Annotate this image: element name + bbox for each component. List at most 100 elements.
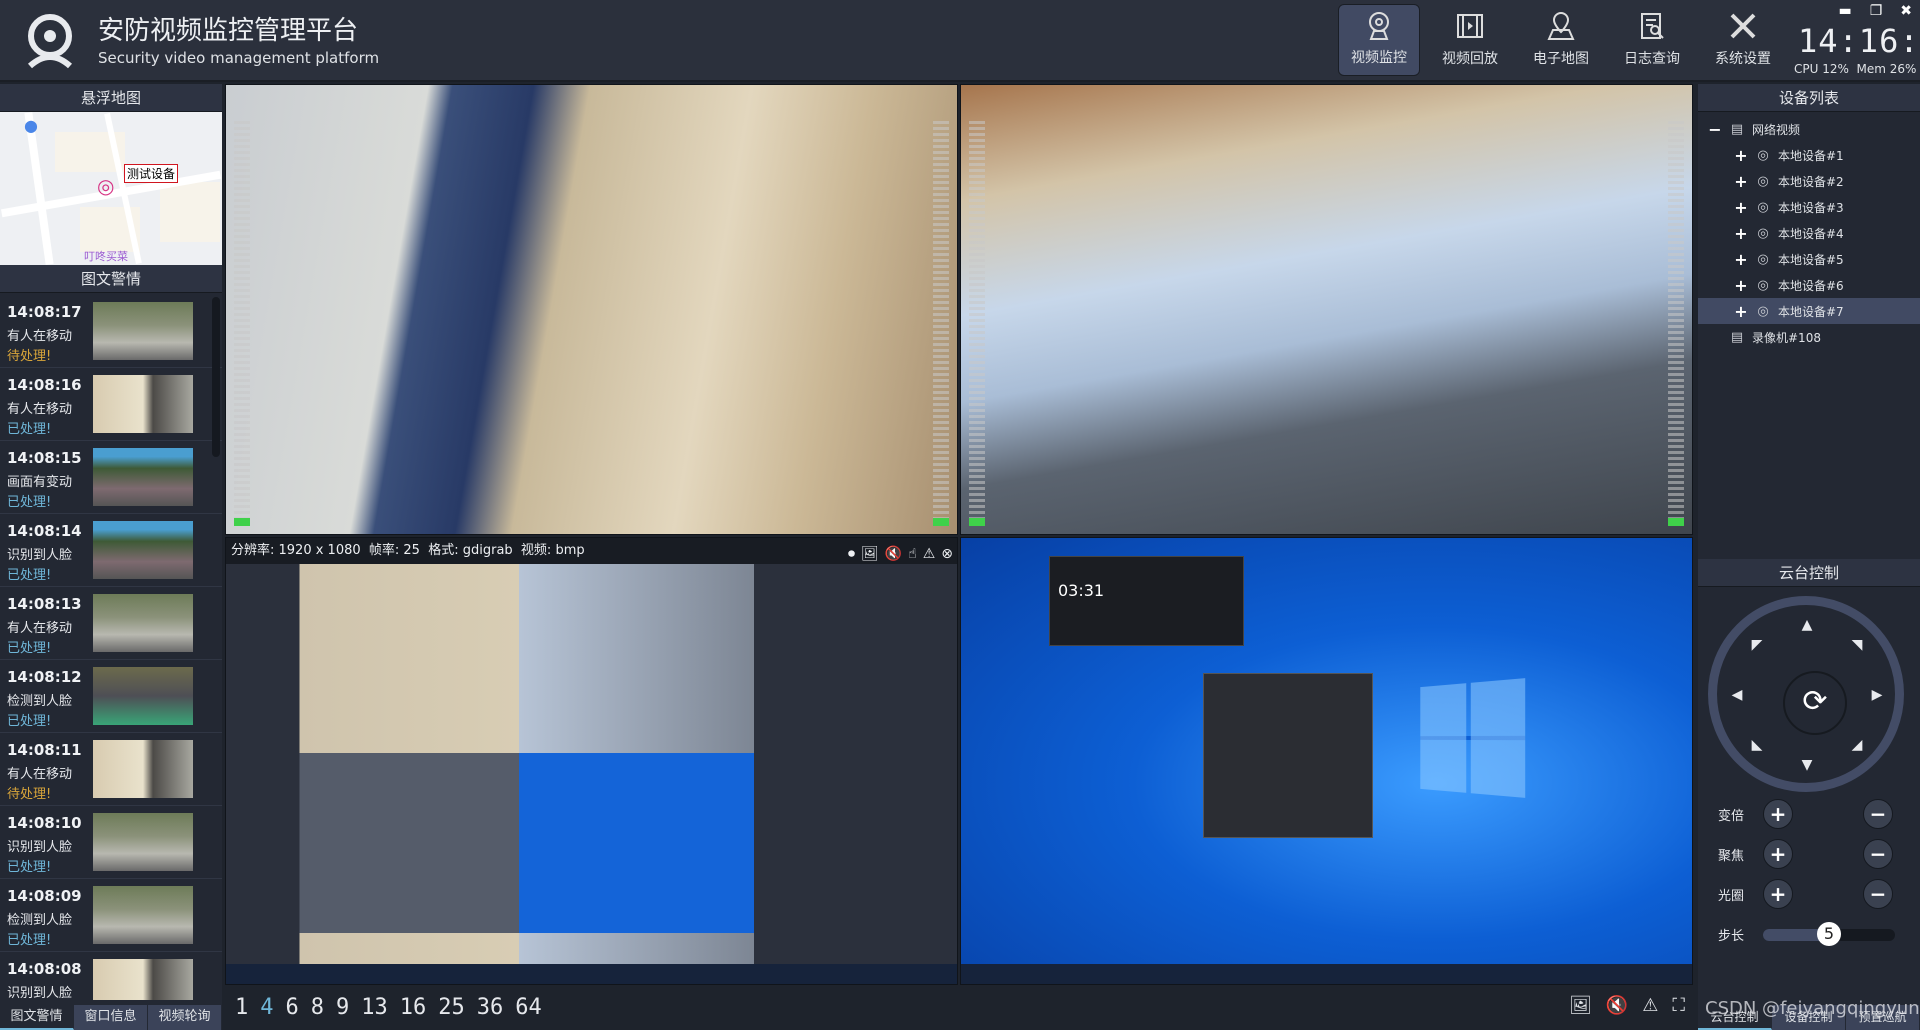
layout-36-button[interactable]: 36: [477, 995, 504, 1020]
tab-right-1[interactable]: 设备控制: [1772, 1005, 1846, 1030]
layout-6-button[interactable]: 6: [286, 995, 299, 1020]
hand-icon[interactable]: ☝: [908, 541, 917, 567]
alert-snapshot[interactable]: [93, 667, 193, 725]
alert-status[interactable]: 已处理!: [7, 710, 51, 729]
expand-icon[interactable]: +: [1734, 172, 1748, 191]
alert-status[interactable]: 已处理!: [7, 418, 51, 437]
alert-status[interactable]: 待处理!: [7, 783, 51, 802]
expand-icon[interactable]: +: [1734, 224, 1748, 243]
ptz-up-right-button[interactable]: ◥: [1849, 637, 1865, 653]
alert-item[interactable]: 14:08:15 画面有变动 已处理!: [0, 441, 222, 514]
layout-4-button[interactable]: 4: [260, 995, 273, 1020]
alert-item[interactable]: 14:08:09 检测到人脸 已处理!: [0, 879, 222, 952]
zoom-out-button[interactable]: −: [1863, 799, 1893, 829]
step-slider[interactable]: 5: [1763, 922, 1895, 946]
device-tree-node[interactable]: ▤ 录像机#108: [1698, 324, 1920, 350]
alert-status[interactable]: 已处理!: [7, 929, 51, 948]
tab-right-2[interactable]: 预置巡航: [1846, 1005, 1920, 1030]
collapse-icon[interactable]: −: [1708, 120, 1722, 139]
fullscreen-icon[interactable]: ⛶: [1672, 995, 1685, 1016]
alert-snapshot[interactable]: [93, 521, 193, 579]
alert-item[interactable]: 14:08:17 有人在移动 待处理!: [0, 295, 222, 368]
device-tree-node[interactable]: + ◎ 本地设备#2: [1698, 168, 1920, 194]
expand-icon[interactable]: +: [1734, 276, 1748, 295]
alert-snapshot[interactable]: [93, 886, 193, 944]
snapshot-all-icon[interactable]: 🖼: [1569, 995, 1592, 1016]
snapshot-icon[interactable]: 🖼: [861, 541, 879, 567]
floating-map[interactable]: ◎ 测试设备 ● 叮咚买菜: [0, 112, 222, 265]
alert-snapshot[interactable]: [93, 448, 193, 506]
tab-left-1[interactable]: 窗口信息: [74, 1005, 148, 1030]
nav-map-pin[interactable]: 电子地图: [1520, 4, 1602, 76]
layout-9-button[interactable]: 9: [336, 995, 349, 1020]
alert-snapshot[interactable]: [93, 959, 193, 1000]
layout-8-button[interactable]: 8: [311, 995, 324, 1020]
alert-snapshot[interactable]: [93, 813, 193, 871]
expand-icon[interactable]: +: [1734, 198, 1748, 217]
nav-document-search[interactable]: 日志查询: [1611, 4, 1693, 76]
device-tree-node[interactable]: + ◎ 本地设备#1: [1698, 142, 1920, 168]
device-tree-node[interactable]: + ◎ 本地设备#7: [1698, 298, 1920, 324]
alert-item[interactable]: 14:08:14 识别到人脸 已处理!: [0, 514, 222, 587]
tab-right-0[interactable]: 云台控制: [1698, 1005, 1772, 1030]
minimize-button[interactable]: ▬: [1838, 3, 1851, 19]
video-channel-3[interactable]: 分辨率: 1920 x 1080 帧率: 25 格式: gdigrab 视频: …: [225, 537, 958, 985]
alert-item[interactable]: 14:08:13 有人在移动 已处理!: [0, 587, 222, 660]
expand-icon[interactable]: +: [1734, 250, 1748, 269]
alert-status[interactable]: 已处理!: [7, 564, 51, 583]
video-channel-4[interactable]: 03:31: [960, 537, 1693, 985]
expand-icon[interactable]: +: [1734, 146, 1748, 165]
warning-icon[interactable]: ⚠: [1642, 995, 1658, 1016]
alert-snapshot[interactable]: [93, 302, 193, 360]
alert-item[interactable]: 14:08:16 有人在移动 已处理!: [0, 368, 222, 441]
alert-item[interactable]: 14:08:10 识别到人脸 已处理!: [0, 806, 222, 879]
device-tree-node[interactable]: + ◎ 本地设备#4: [1698, 220, 1920, 246]
ptz-down-right-button[interactable]: ◢: [1849, 737, 1865, 753]
alert-status[interactable]: 已处理!: [7, 491, 51, 510]
device-tree-node[interactable]: + ◎ 本地设备#6: [1698, 272, 1920, 298]
tab-left-0[interactable]: 图文警情: [0, 1005, 74, 1030]
alert-status[interactable]: 已处理!: [7, 637, 51, 656]
nav-webcam[interactable]: 视频监控: [1338, 4, 1420, 76]
expand-icon[interactable]: +: [1734, 302, 1748, 321]
device-tree-node[interactable]: − ▤ 网络视频: [1698, 116, 1920, 142]
camera-marker-icon[interactable]: ◎: [97, 174, 114, 198]
close-button[interactable]: ✖: [1900, 3, 1912, 19]
layout-1-button[interactable]: 1: [235, 995, 248, 1020]
zoom-in-button[interactable]: +: [1763, 799, 1793, 829]
alarm-icon[interactable]: ⚠: [923, 541, 936, 567]
ptz-down-left-button[interactable]: ◣: [1749, 737, 1765, 753]
ptz-reset-icon[interactable]: ⟳: [1783, 671, 1847, 735]
alert-snapshot[interactable]: [93, 375, 193, 433]
restore-button[interactable]: ❐: [1870, 3, 1883, 19]
focus-out-button[interactable]: −: [1863, 839, 1893, 869]
nav-tools[interactable]: 系统设置: [1702, 4, 1784, 76]
video-channel-1[interactable]: [225, 84, 958, 535]
ptz-right-button[interactable]: ▶: [1869, 687, 1885, 703]
nav-film[interactable]: 视频回放: [1429, 4, 1511, 76]
device-tree-node[interactable]: + ◎ 本地设备#3: [1698, 194, 1920, 220]
iris-open-button[interactable]: +: [1763, 879, 1793, 909]
ptz-up-button[interactable]: ▲: [1799, 617, 1815, 633]
close-video-icon[interactable]: ⊗: [941, 541, 953, 567]
alert-item[interactable]: 14:08:12 检测到人脸 已处理!: [0, 660, 222, 733]
layout-64-button[interactable]: 64: [515, 995, 542, 1020]
alert-status[interactable]: 待处理!: [7, 345, 51, 364]
tab-left-2[interactable]: 视频轮询: [148, 1005, 222, 1030]
device-tree-node[interactable]: + ◎ 本地设备#5: [1698, 246, 1920, 272]
mute-icon[interactable]: 🔇: [885, 541, 902, 567]
alert-snapshot[interactable]: [93, 594, 193, 652]
mute-all-icon[interactable]: 🔇: [1606, 995, 1628, 1016]
iris-close-button[interactable]: −: [1863, 879, 1893, 909]
ptz-left-button[interactable]: ◀: [1729, 687, 1745, 703]
alert-status[interactable]: 已处理!: [7, 856, 51, 875]
record-icon[interactable]: ⏺: [848, 541, 855, 567]
layout-13-button[interactable]: 13: [361, 995, 388, 1020]
ptz-down-button[interactable]: ▼: [1799, 757, 1815, 773]
alert-snapshot[interactable]: [93, 740, 193, 798]
ptz-up-left-button[interactable]: ◤: [1749, 637, 1765, 653]
layout-16-button[interactable]: 16: [400, 995, 427, 1020]
alert-scrollbar[interactable]: [212, 297, 220, 457]
step-slider-handle[interactable]: 5: [1817, 922, 1841, 946]
alert-item[interactable]: 14:08:08 识别到人脸: [0, 952, 222, 1000]
